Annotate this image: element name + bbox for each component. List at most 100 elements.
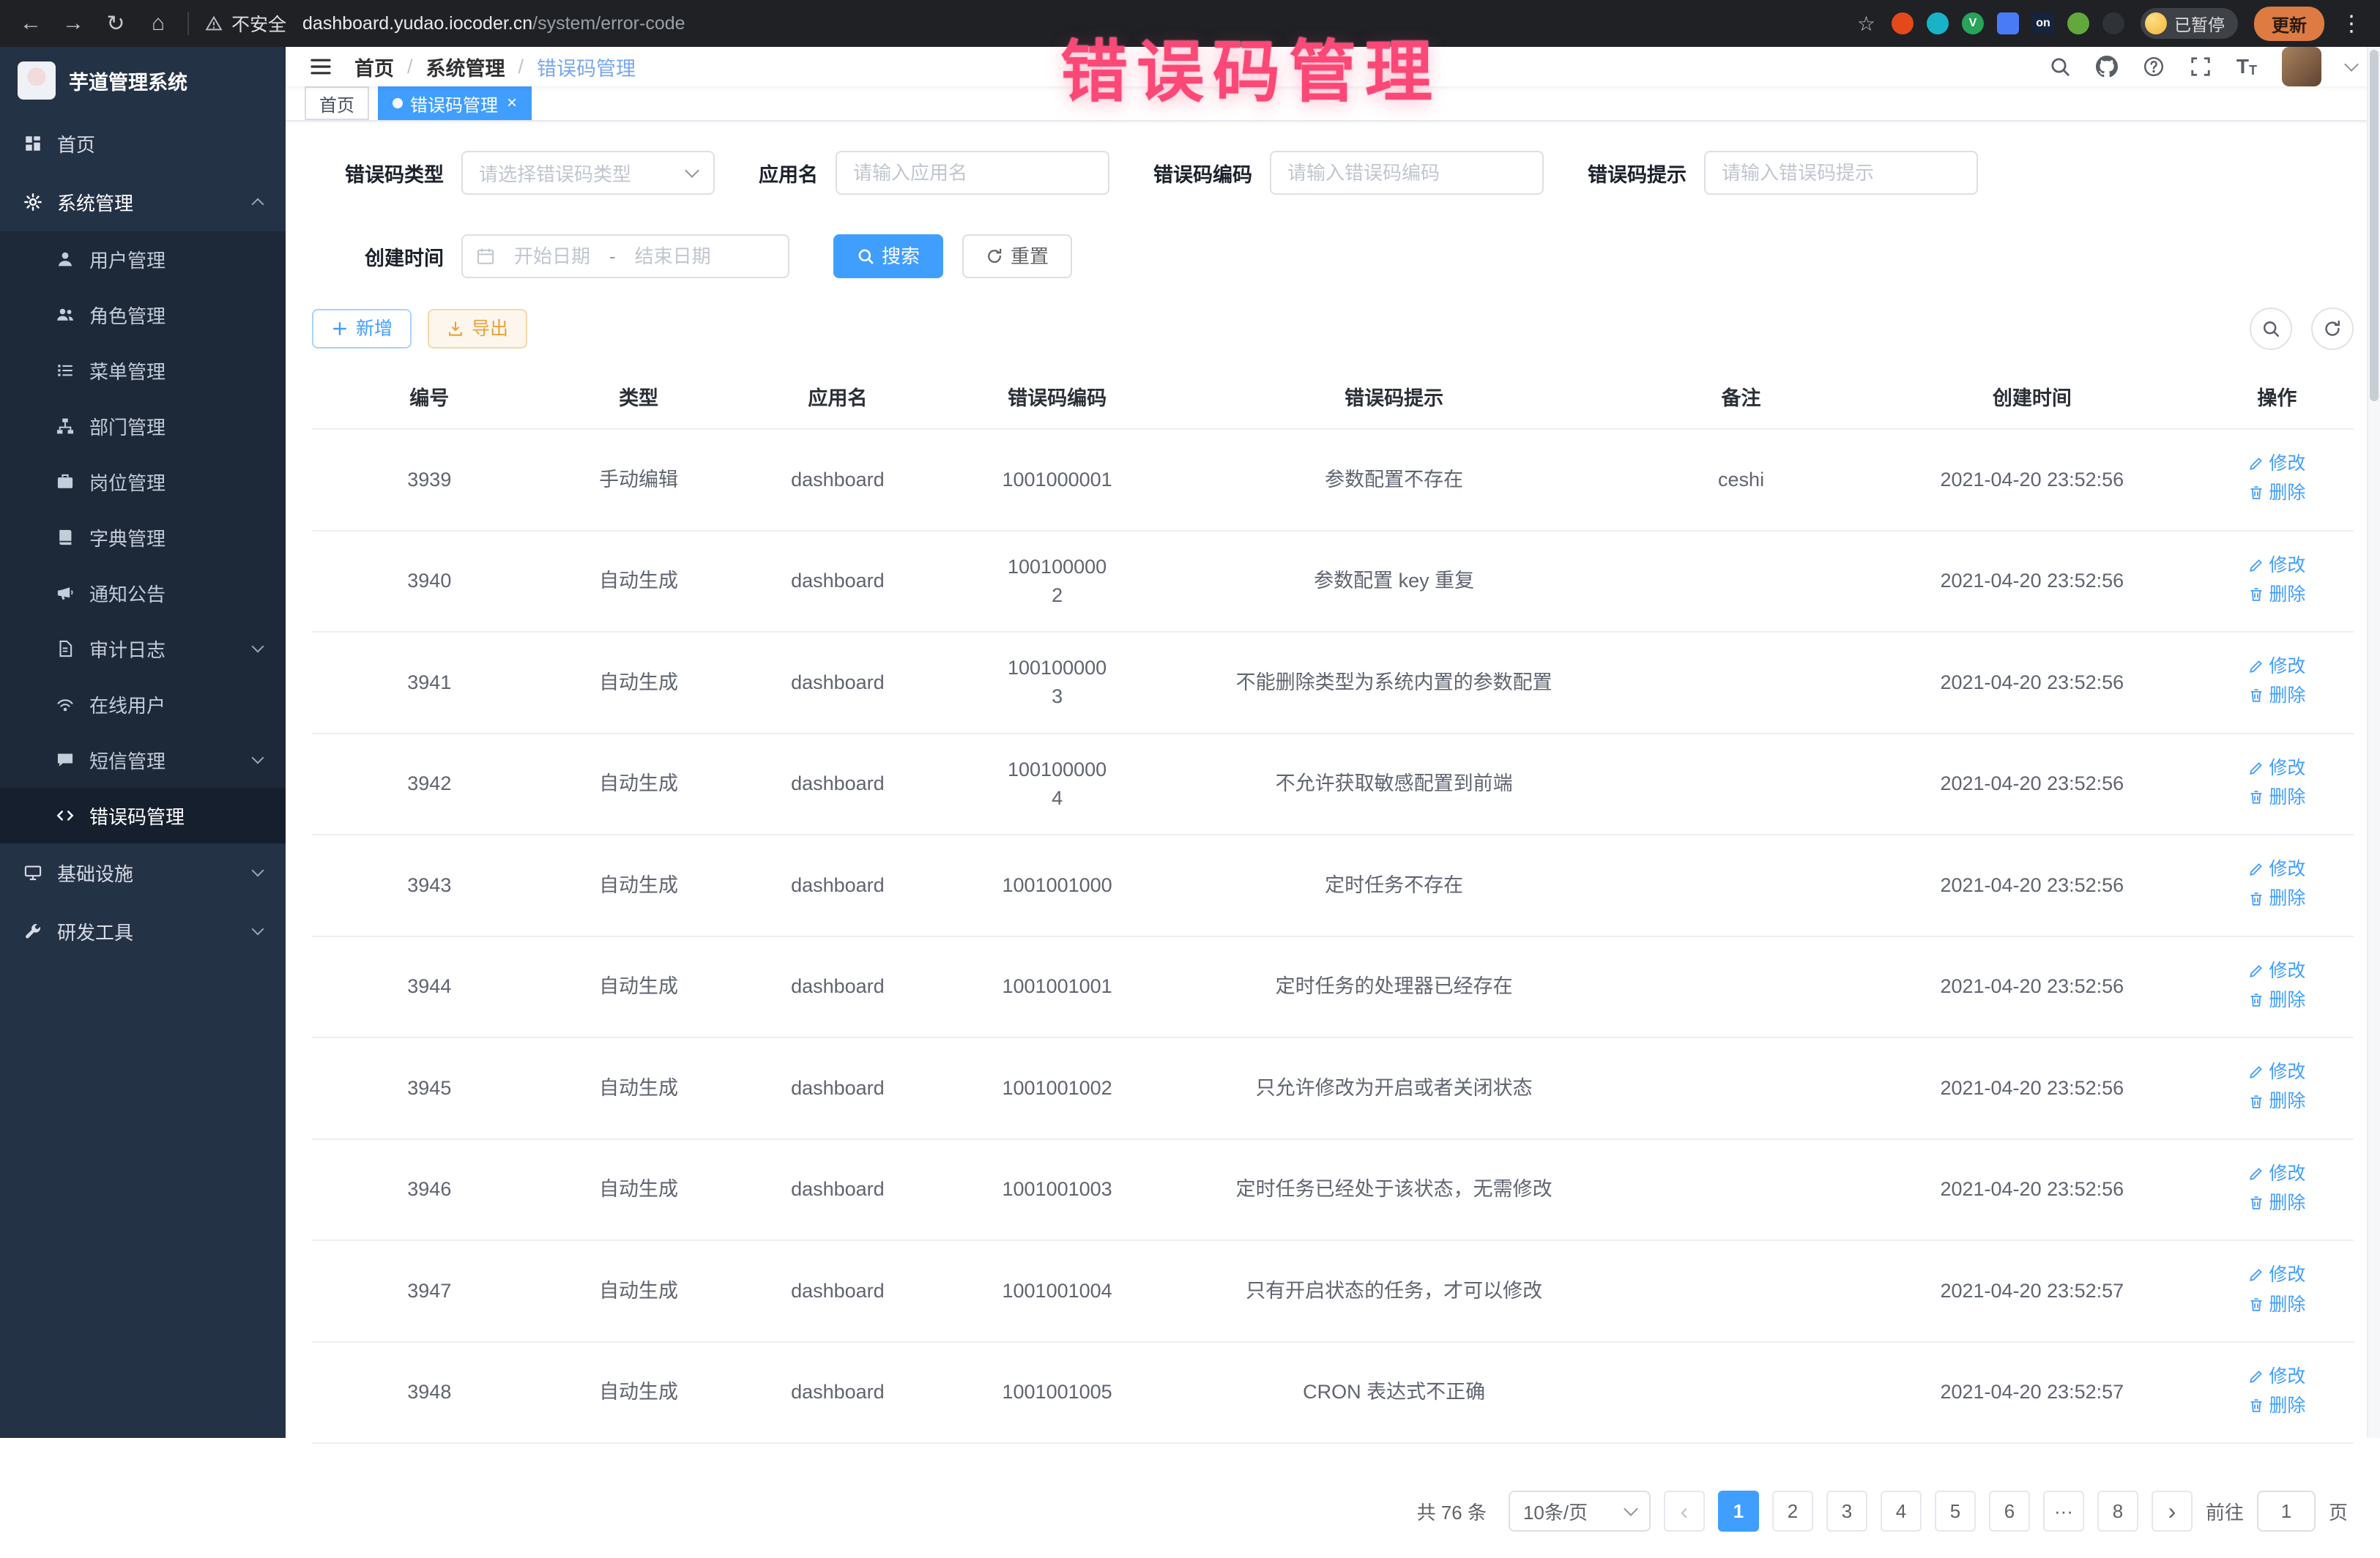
blue-grid-extension-icon[interactable] <box>1997 12 2019 34</box>
sidebar-item[interactable]: 基础设施 <box>0 843 286 902</box>
sidebar-item[interactable]: 审计日志 <box>0 621 286 676</box>
page-number-button[interactable]: 8 <box>2097 1491 2138 1532</box>
edit-link[interactable]: 修改 <box>2248 552 2305 578</box>
browser-update-button[interactable]: 更新 <box>2254 7 2324 41</box>
page-number-button[interactable]: 6 <box>1989 1491 2030 1532</box>
pagination-ellipsis[interactable]: ··· <box>2043 1491 2084 1532</box>
edit-link[interactable]: 修改 <box>2248 653 2305 679</box>
cell-code: 1001001002 <box>945 1037 1169 1139</box>
breadcrumb-item[interactable]: 系统管理 <box>426 53 505 81</box>
sidebar-item[interactable]: 部门管理 <box>0 398 286 454</box>
edit-link[interactable]: 修改 <box>2248 1363 2305 1390</box>
page-number-button[interactable]: 2 <box>1772 1491 1813 1532</box>
error-type-select[interactable]: 请选择错误码类型 <box>461 151 715 195</box>
font-size-icon[interactable]: TT <box>2236 55 2257 78</box>
sidebar-toggle-icon[interactable] <box>309 55 332 78</box>
delete-link[interactable]: 删除 <box>2248 480 2305 506</box>
reload-icon[interactable]: ↻ <box>103 11 129 37</box>
edit-link[interactable]: 修改 <box>2248 755 2305 781</box>
delete-link[interactable]: 删除 <box>2248 581 2305 608</box>
green-paw-extension-icon[interactable] <box>2067 12 2089 34</box>
page-size-select[interactable]: 10条/页 <box>1509 1491 1651 1532</box>
cell-code: 100100000 4 <box>945 734 1169 835</box>
delete-link[interactable]: 删除 <box>2248 1393 2305 1419</box>
chevron-down-icon[interactable] <box>2344 57 2359 72</box>
help-icon[interactable] <box>2143 56 2165 78</box>
sidebar-item[interactable]: 角色管理 <box>0 287 286 343</box>
page-number-button[interactable]: 1 <box>1718 1491 1759 1532</box>
sidebar-item[interactable]: 菜单管理 <box>0 343 286 398</box>
security-chip[interactable]: 不安全 <box>205 10 286 37</box>
delete-link[interactable]: 删除 <box>2248 784 2305 810</box>
cell-time: 2021-04-20 23:52:56 <box>1864 1037 2201 1139</box>
logo[interactable]: 芋道管理系统 <box>0 47 286 114</box>
sidebar-item[interactable]: 首页 <box>0 114 286 173</box>
sidebar-item[interactable]: 短信管理 <box>0 732 286 788</box>
reset-button[interactable]: 重置 <box>962 234 1072 278</box>
next-page-button[interactable]: › <box>2152 1491 2193 1532</box>
edit-link[interactable]: 修改 <box>2248 1059 2305 1085</box>
page-scrollbar[interactable] <box>2367 47 2380 1438</box>
add-button[interactable]: 新增 <box>312 309 412 348</box>
edit-link[interactable]: 修改 <box>2248 1160 2305 1187</box>
breadcrumb-item[interactable]: 首页 <box>354 53 394 81</box>
github-icon[interactable] <box>2096 56 2118 78</box>
sidebar-item[interactable]: 通知公告 <box>0 565 286 621</box>
green-v-extension-icon[interactable]: V <box>1962 12 1984 34</box>
toggle-search-icon[interactable] <box>2250 308 2292 350</box>
app-name-input[interactable] <box>836 151 1109 195</box>
sidebar-item[interactable]: 岗位管理 <box>0 454 286 510</box>
user-avatar[interactable] <box>2282 47 2321 86</box>
address-bar[interactable]: dashboard.yudao.iocoder.cn/system/error-… <box>302 13 1841 34</box>
tab-item[interactable]: 首页 <box>305 86 369 120</box>
breadcrumb-separator: / <box>407 56 413 78</box>
date-range-picker[interactable]: - <box>461 234 789 278</box>
delete-link[interactable]: 删除 <box>2248 1292 2305 1318</box>
goto-page-input[interactable] <box>2257 1491 2316 1532</box>
browser-menu-icon[interactable]: ⋮ <box>2340 11 2362 37</box>
sidebar-item[interactable]: 错误码管理 <box>0 788 286 843</box>
start-date-input[interactable] <box>505 245 599 268</box>
sidebar-item[interactable]: 研发工具 <box>0 902 286 961</box>
tab-item[interactable]: 错误码管理× <box>378 86 532 120</box>
delete-link[interactable]: 删除 <box>2248 1190 2305 1216</box>
filter-item-app: 应用名 <box>759 151 1109 195</box>
delete-link[interactable]: 删除 <box>2248 682 2305 709</box>
delete-link[interactable]: 删除 <box>2248 987 2305 1013</box>
export-button[interactable]: 导出 <box>428 309 527 348</box>
fullscreen-icon[interactable] <box>2190 56 2212 78</box>
error-code-input[interactable] <box>1270 151 1544 195</box>
sidebar-item[interactable]: 在线用户 <box>0 676 286 732</box>
scrollbar-thumb[interactable] <box>2370 50 2379 401</box>
page-number-button[interactable]: 3 <box>1826 1491 1867 1532</box>
logo-title: 芋道管理系统 <box>69 67 187 95</box>
search-button[interactable]: 搜索 <box>833 234 943 278</box>
page-number-button[interactable]: 5 <box>1935 1491 1976 1532</box>
bookmark-star-icon[interactable]: ☆ <box>1857 12 1875 36</box>
sidebar-item[interactable]: 字典管理 <box>0 510 286 565</box>
delete-link[interactable]: 删除 <box>2248 1088 2305 1114</box>
edit-link[interactable]: 修改 <box>2248 856 2305 882</box>
teal-extension-icon[interactable] <box>1927 12 1949 34</box>
prev-page-button[interactable]: ‹ <box>1664 1491 1705 1532</box>
sidebar-item[interactable]: 系统管理 <box>0 173 286 231</box>
red-extension-icon[interactable] <box>1892 12 1914 34</box>
edit-link[interactable]: 修改 <box>2248 450 2305 477</box>
delete-link[interactable]: 删除 <box>2248 885 2305 912</box>
refresh-table-icon[interactable] <box>2311 308 2354 350</box>
dark-on-extension-icon[interactable]: on <box>2032 12 2054 34</box>
search-icon[interactable] <box>2049 56 2071 78</box>
profile-chip[interactable]: 已暂停 <box>2141 8 2238 39</box>
page-number-button[interactable]: 4 <box>1881 1491 1922 1532</box>
forward-icon[interactable]: → <box>60 11 86 36</box>
cell-memo <box>1618 936 1864 1038</box>
close-icon[interactable]: × <box>507 93 517 113</box>
back-icon[interactable]: ← <box>18 11 44 36</box>
error-msg-input[interactable] <box>1704 151 1978 195</box>
edit-link[interactable]: 修改 <box>2248 1261 2305 1288</box>
end-date-input[interactable] <box>626 245 720 268</box>
home-icon[interactable]: ⌂ <box>145 11 171 36</box>
edit-link[interactable]: 修改 <box>2248 958 2305 984</box>
dark-bird-extension-icon[interactable] <box>2102 12 2124 34</box>
sidebar-item[interactable]: 用户管理 <box>0 231 286 287</box>
